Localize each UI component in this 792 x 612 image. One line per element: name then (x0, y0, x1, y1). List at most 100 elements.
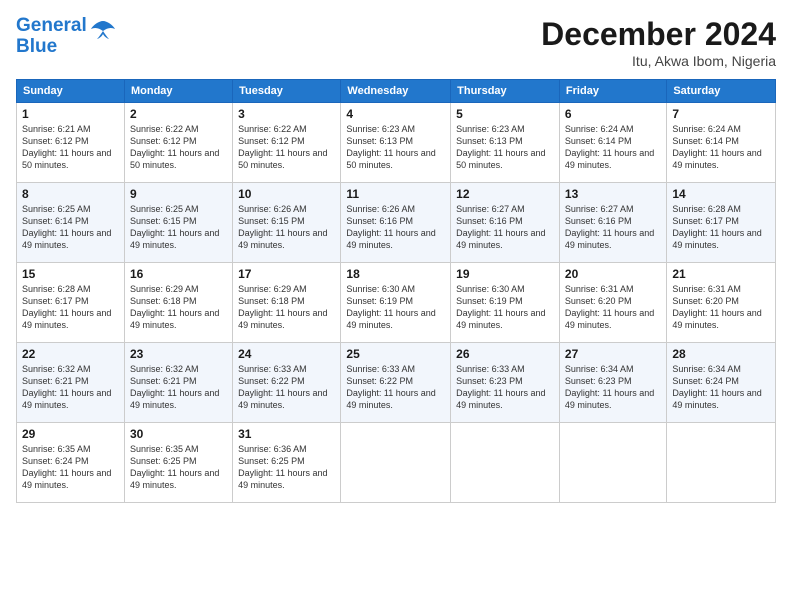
calendar-cell: 7 Sunrise: 6:24 AMSunset: 6:14 PMDaylight… (667, 103, 776, 183)
day-info: Sunrise: 6:21 AMSunset: 6:12 PMDaylight:… (22, 123, 119, 172)
day-number: 2 (130, 107, 227, 121)
day-header-saturday: Saturday (667, 80, 776, 103)
calendar-cell: 25Sunrise: 6:33 AMSunset: 6:22 PMDayligh… (341, 343, 451, 423)
day-info: Sunrise: 6:33 AMSunset: 6:22 PMDaylight:… (346, 363, 445, 412)
day-info: Sunrise: 6:35 AMSunset: 6:24 PMDaylight:… (22, 443, 119, 492)
calendar-week-3: 15 Sunrise: 6:28 AMSunset: 6:17 PMDayligh… (17, 263, 776, 343)
day-info: Sunrise: 6:24 AMSunset: 6:14 PMDaylight:… (672, 123, 770, 172)
day-number: 9 (130, 187, 227, 201)
calendar-cell: 16 Sunrise: 6:29 AMSunset: 6:18 PMDayligh… (124, 263, 232, 343)
day-info: Sunrise: 6:29 AMSunset: 6:18 PMDaylight:… (238, 283, 335, 332)
title-block: December 2024 Itu, Akwa Ibom, Nigeria (541, 16, 776, 69)
day-header-sunday: Sunday (17, 80, 125, 103)
day-info: Sunrise: 6:27 AMSunset: 6:16 PMDaylight:… (565, 203, 661, 252)
day-number: 1 (22, 107, 119, 121)
day-number: 31 (238, 427, 335, 441)
day-number: 21 (672, 267, 770, 281)
day-number: 14 (672, 187, 770, 201)
calendar-week-1: 1 Sunrise: 6:21 AMSunset: 6:12 PMDaylight… (17, 103, 776, 183)
day-info: Sunrise: 6:24 AMSunset: 6:14 PMDaylight:… (565, 123, 661, 172)
day-number: 10 (238, 187, 335, 201)
day-number: 4 (346, 107, 445, 121)
calendar-cell: 23Sunrise: 6:32 AMSunset: 6:21 PMDayligh… (124, 343, 232, 423)
day-info: Sunrise: 6:31 AMSunset: 6:20 PMDaylight:… (565, 283, 661, 332)
calendar-cell: 22Sunrise: 6:32 AMSunset: 6:21 PMDayligh… (17, 343, 125, 423)
calendar-cell: 14 Sunrise: 6:28 AMSunset: 6:17 PMDayligh… (667, 183, 776, 263)
calendar-cell: 6Sunrise: 6:24 AMSunset: 6:14 PMDaylight… (559, 103, 666, 183)
day-info: Sunrise: 6:29 AMSunset: 6:18 PMDaylight:… (130, 283, 227, 332)
calendar-cell: 27 Sunrise: 6:34 AMSunset: 6:23 PMDayligh… (559, 343, 666, 423)
month-title: December 2024 (541, 16, 776, 53)
day-info: Sunrise: 6:35 AMSunset: 6:25 PMDaylight:… (130, 443, 227, 492)
day-info: Sunrise: 6:23 AMSunset: 6:13 PMDaylight:… (456, 123, 554, 172)
calendar-cell: 31Sunrise: 6:36 AMSunset: 6:25 PMDayligh… (233, 423, 341, 503)
day-info: Sunrise: 6:28 AMSunset: 6:17 PMDaylight:… (672, 203, 770, 252)
day-number: 12 (456, 187, 554, 201)
calendar-week-4: 22Sunrise: 6:32 AMSunset: 6:21 PMDayligh… (17, 343, 776, 423)
day-header-tuesday: Tuesday (233, 80, 341, 103)
day-number: 13 (565, 187, 661, 201)
calendar-table: SundayMondayTuesdayWednesdayThursdayFrid… (16, 79, 776, 503)
day-info: Sunrise: 6:25 AMSunset: 6:15 PMDaylight:… (130, 203, 227, 252)
calendar-cell: 12 Sunrise: 6:27 AMSunset: 6:16 PMDayligh… (451, 183, 560, 263)
calendar-cell: 4 Sunrise: 6:23 AMSunset: 6:13 PMDaylight… (341, 103, 451, 183)
day-info: Sunrise: 6:28 AMSunset: 6:17 PMDaylight:… (22, 283, 119, 332)
day-info: Sunrise: 6:32 AMSunset: 6:21 PMDaylight:… (130, 363, 227, 412)
day-number: 26 (456, 347, 554, 361)
day-info: Sunrise: 6:27 AMSunset: 6:16 PMDaylight:… (456, 203, 554, 252)
calendar-cell (451, 423, 560, 503)
day-info: Sunrise: 6:31 AMSunset: 6:20 PMDaylight:… (672, 283, 770, 332)
calendar-cell: 20 Sunrise: 6:31 AMSunset: 6:20 PMDayligh… (559, 263, 666, 343)
day-number: 15 (22, 267, 119, 281)
day-number: 11 (346, 187, 445, 201)
calendar-cell: 29 Sunrise: 6:35 AMSunset: 6:24 PMDayligh… (17, 423, 125, 503)
day-number: 19 (456, 267, 554, 281)
day-header-friday: Friday (559, 80, 666, 103)
calendar-week-5: 29 Sunrise: 6:35 AMSunset: 6:24 PMDayligh… (17, 423, 776, 503)
calendar-cell: 24Sunrise: 6:33 AMSunset: 6:22 PMDayligh… (233, 343, 341, 423)
day-number: 3 (238, 107, 335, 121)
logo: General Blue (16, 16, 117, 58)
day-info: Sunrise: 6:32 AMSunset: 6:21 PMDaylight:… (22, 363, 119, 412)
day-header-thursday: Thursday (451, 80, 560, 103)
day-number: 17 (238, 267, 335, 281)
day-header-monday: Monday (124, 80, 232, 103)
day-number: 27 (565, 347, 661, 361)
logo-blue: Blue (16, 37, 87, 58)
day-info: Sunrise: 6:26 AMSunset: 6:16 PMDaylight:… (346, 203, 445, 252)
calendar-cell: 19 Sunrise: 6:30 AMSunset: 6:19 PMDayligh… (451, 263, 560, 343)
calendar-cell: 8 Sunrise: 6:25 AMSunset: 6:14 PMDaylight… (17, 183, 125, 263)
calendar-cell: 9 Sunrise: 6:25 AMSunset: 6:15 PMDaylight… (124, 183, 232, 263)
day-info: Sunrise: 6:22 AMSunset: 6:12 PMDaylight:… (238, 123, 335, 172)
day-number: 29 (22, 427, 119, 441)
day-number: 16 (130, 267, 227, 281)
day-info: Sunrise: 6:26 AMSunset: 6:15 PMDaylight:… (238, 203, 335, 252)
header: General Blue December 2024 Itu, Akwa Ibo… (16, 16, 776, 69)
day-number: 8 (22, 187, 119, 201)
location: Itu, Akwa Ibom, Nigeria (541, 53, 776, 69)
day-info: Sunrise: 6:33 AMSunset: 6:22 PMDaylight:… (238, 363, 335, 412)
calendar-cell: 21 Sunrise: 6:31 AMSunset: 6:20 PMDayligh… (667, 263, 776, 343)
page: General Blue December 2024 Itu, Akwa Ibo… (0, 0, 792, 612)
day-info: Sunrise: 6:34 AMSunset: 6:23 PMDaylight:… (565, 363, 661, 412)
calendar-cell: 10 Sunrise: 6:26 AMSunset: 6:15 PMDayligh… (233, 183, 341, 263)
calendar-cell: 26Sunrise: 6:33 AMSunset: 6:23 PMDayligh… (451, 343, 560, 423)
calendar-cell: 13 Sunrise: 6:27 AMSunset: 6:16 PMDayligh… (559, 183, 666, 263)
day-info: Sunrise: 6:30 AMSunset: 6:19 PMDaylight:… (456, 283, 554, 332)
day-info: Sunrise: 6:22 AMSunset: 6:12 PMDaylight:… (130, 123, 227, 172)
calendar-cell (559, 423, 666, 503)
day-info: Sunrise: 6:34 AMSunset: 6:24 PMDaylight:… (672, 363, 770, 412)
day-number: 7 (672, 107, 770, 121)
calendar-cell: 28Sunrise: 6:34 AMSunset: 6:24 PMDayligh… (667, 343, 776, 423)
calendar-cell (667, 423, 776, 503)
day-info: Sunrise: 6:25 AMSunset: 6:14 PMDaylight:… (22, 203, 119, 252)
day-number: 18 (346, 267, 445, 281)
calendar-cell: 30 Sunrise: 6:35 AMSunset: 6:25 PMDayligh… (124, 423, 232, 503)
day-number: 30 (130, 427, 227, 441)
calendar-header-row: SundayMondayTuesdayWednesdayThursdayFrid… (17, 80, 776, 103)
day-number: 20 (565, 267, 661, 281)
calendar-cell: 11 Sunrise: 6:26 AMSunset: 6:16 PMDayligh… (341, 183, 451, 263)
day-info: Sunrise: 6:23 AMSunset: 6:13 PMDaylight:… (346, 123, 445, 172)
calendar-cell: 17 Sunrise: 6:29 AMSunset: 6:18 PMDayligh… (233, 263, 341, 343)
calendar-cell: 18Sunrise: 6:30 AMSunset: 6:19 PMDayligh… (341, 263, 451, 343)
